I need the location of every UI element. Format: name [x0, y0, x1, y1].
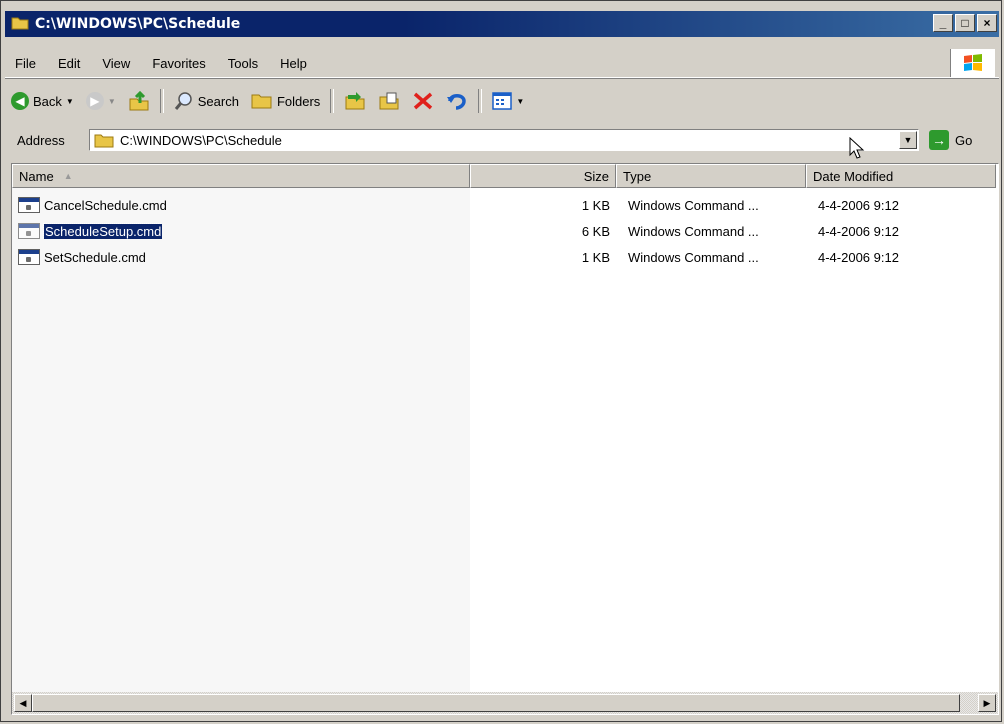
- move-to-button[interactable]: [338, 87, 372, 115]
- chevron-down-icon[interactable]: ▼: [108, 97, 116, 106]
- folders-icon: [251, 94, 272, 109]
- file-type: Windows Command ...: [628, 223, 759, 239]
- scroll-left-button[interactable]: ◀: [14, 694, 32, 712]
- search-icon: [174, 92, 192, 110]
- file-size: 1 KB: [581, 197, 610, 213]
- table-row[interactable]: CancelSchedule.cmd 1 KB Windows Command …: [12, 192, 998, 218]
- windows-logo-icon: [950, 49, 995, 77]
- chevron-down-icon[interactable]: ▼: [516, 97, 524, 106]
- column-name-label: Name: [19, 168, 54, 184]
- move-to-icon: [345, 92, 365, 110]
- go-icon: →: [929, 130, 949, 150]
- delete-icon: [414, 92, 433, 110]
- maximize-button[interactable]: □: [955, 14, 975, 32]
- address-dropdown-button[interactable]: ▼: [899, 131, 917, 149]
- cmd-file-icon: [18, 249, 40, 265]
- menu-edit[interactable]: Edit: [48, 56, 92, 71]
- list-header: Name ▲ Size Type Date Modified: [12, 164, 998, 188]
- back-button[interactable]: ◀ Back ▼: [5, 87, 80, 115]
- menu-view[interactable]: View: [92, 56, 142, 71]
- file-size: 1 KB: [581, 249, 610, 265]
- explorer-window: C:\WINDOWS\PC\Schedule _ □ × File Edit V…: [0, 0, 1002, 722]
- scroll-thumb[interactable]: [32, 694, 960, 712]
- search-button[interactable]: Search: [168, 87, 245, 115]
- menu-bar: File Edit View Favorites Tools Help: [5, 49, 999, 78]
- toolbar-separator: [159, 89, 164, 113]
- undo-icon: [447, 94, 467, 110]
- table-row[interactable]: ScheduleSetup.cmd 6 KB Windows Command .…: [12, 218, 998, 244]
- folder-icon: [11, 16, 29, 33]
- address-value: C:\WINDOWS\PC\Schedule: [120, 132, 282, 148]
- search-label: Search: [197, 93, 239, 109]
- back-icon: ◀: [11, 92, 29, 110]
- toolbar: ◀ Back ▼ ▶ ▼ Search Folders ▼: [5, 85, 999, 117]
- address-label: Address: [17, 132, 65, 148]
- forward-icon: ▶: [85, 92, 104, 110]
- chevron-left-icon: ◀: [19, 697, 27, 708]
- up-folder-icon: [129, 91, 149, 111]
- back-label: Back: [33, 93, 62, 109]
- file-list[interactable]: Name ▲ Size Type Date Modified CancelSch…: [11, 163, 999, 715]
- chevron-down-icon[interactable]: ▼: [66, 97, 74, 106]
- title-bar[interactable]: C:\WINDOWS\PC\Schedule _ □ ×: [5, 11, 999, 37]
- address-input[interactable]: C:\WINDOWS\PC\Schedule ▼: [89, 129, 919, 151]
- file-date: 4-4-2006 9:12: [818, 197, 899, 213]
- file-name: CancelSchedule.cmd: [44, 197, 167, 213]
- horizontal-scrollbar[interactable]: ◀ ▶: [12, 692, 998, 714]
- file-rows: CancelSchedule.cmd 1 KB Windows Command …: [12, 192, 998, 270]
- toolbar-separator: [478, 89, 483, 113]
- go-button[interactable]: → Go: [929, 129, 972, 151]
- window-title: C:\WINDOWS\PC\Schedule: [35, 16, 241, 32]
- menu-tools[interactable]: Tools: [218, 56, 270, 71]
- menu-file[interactable]: File: [5, 56, 48, 71]
- file-date: 4-4-2006 9:12: [818, 249, 899, 265]
- folder-icon: [94, 134, 114, 147]
- sort-ascending-icon: ▲: [63, 171, 73, 181]
- views-icon: [492, 92, 513, 110]
- cmd-file-icon: [18, 197, 40, 213]
- column-date-label: Date Modified: [813, 168, 894, 184]
- file-type: Windows Command ...: [628, 197, 759, 213]
- column-header-type[interactable]: Type: [616, 164, 806, 188]
- go-label: Go: [955, 132, 973, 148]
- cmd-file-icon: [18, 223, 40, 239]
- column-type-label: Type: [623, 168, 652, 184]
- minimize-button[interactable]: _: [933, 14, 953, 32]
- folders-label: Folders: [276, 93, 321, 109]
- file-name: SetSchedule.cmd: [44, 249, 146, 265]
- chevron-right-icon: ▶: [983, 697, 991, 708]
- copy-to-icon: [379, 92, 399, 110]
- up-folder-button[interactable]: [122, 87, 156, 115]
- scroll-right-button[interactable]: ▶: [978, 694, 996, 712]
- mouse-cursor-icon: [849, 137, 865, 159]
- table-row[interactable]: SetSchedule.cmd 1 KB Windows Command ...…: [12, 244, 998, 270]
- file-type: Windows Command ...: [628, 249, 759, 265]
- column-header-name[interactable]: Name ▲: [12, 164, 470, 188]
- file-name: ScheduleSetup.cmd: [42, 223, 163, 239]
- delete-button[interactable]: [406, 87, 440, 115]
- file-size: 6 KB: [581, 223, 610, 239]
- file-date: 4-4-2006 9:12: [818, 223, 899, 239]
- copy-to-button[interactable]: [372, 87, 406, 115]
- forward-button[interactable]: ▶ ▼: [80, 87, 122, 115]
- menu-help[interactable]: Help: [270, 56, 319, 71]
- column-header-date-modified[interactable]: Date Modified: [806, 164, 996, 188]
- toolbar-separator: [330, 89, 335, 113]
- close-button[interactable]: ×: [977, 14, 997, 32]
- column-header-size[interactable]: Size: [470, 164, 616, 188]
- undo-button[interactable]: [440, 87, 474, 115]
- column-size-label: Size: [583, 168, 609, 184]
- folders-button[interactable]: Folders: [245, 87, 326, 115]
- chevron-down-icon: ▼: [903, 135, 913, 145]
- views-button[interactable]: ▼: [486, 87, 530, 115]
- menu-favorites[interactable]: Favorites: [142, 56, 217, 71]
